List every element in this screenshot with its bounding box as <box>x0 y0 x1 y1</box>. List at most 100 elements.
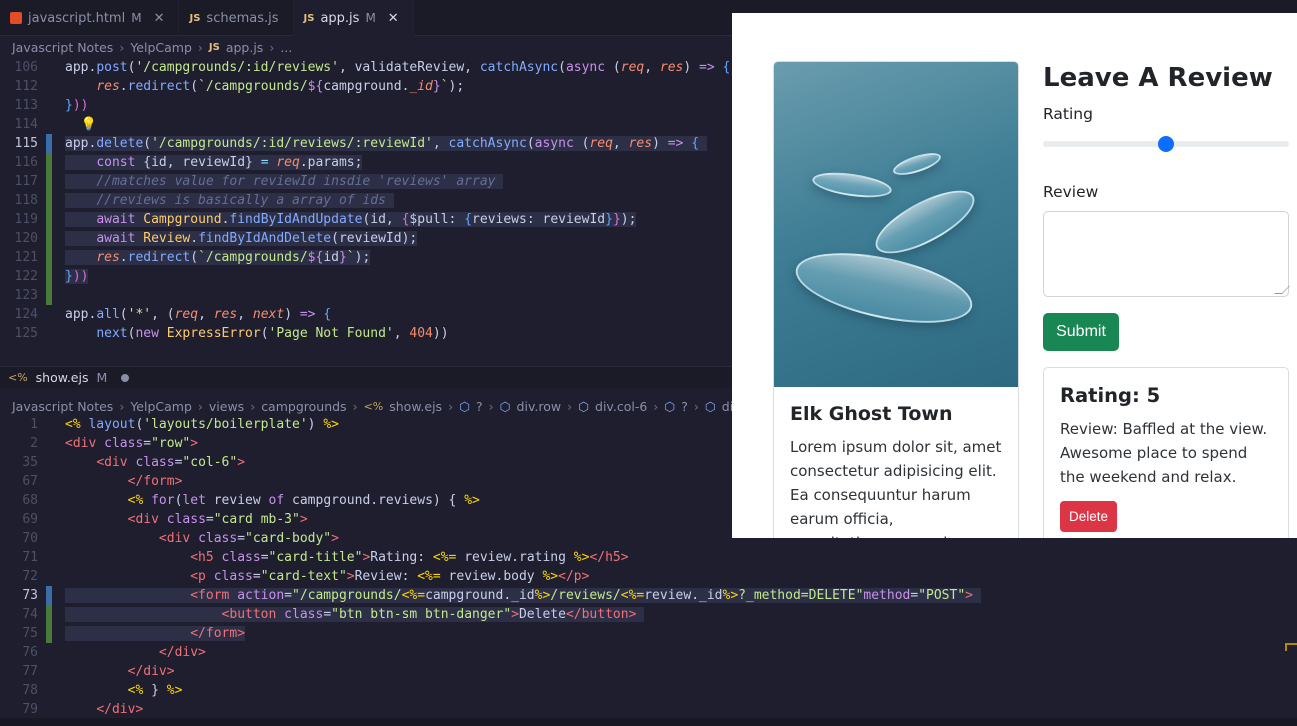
breadcrumb-item[interactable]: ? <box>681 399 688 414</box>
delete-button[interactable]: Delete <box>1060 501 1117 532</box>
breadcrumb-item[interactable]: show.ejs <box>389 399 442 414</box>
line-number: 118 <box>14 193 38 208</box>
campground-title: Elk Ghost Town <box>790 403 953 425</box>
code-text: <p class="card-text">Review: <%= review.… <box>190 569 590 584</box>
code-line[interactable]: 71 <h5 class="card-title">Rating: <%= re… <box>0 548 1297 567</box>
line-number: 116 <box>14 155 38 170</box>
rating-slider[interactable] <box>1043 136 1289 152</box>
breadcrumb-item[interactable]: div.col-6 <box>595 399 647 414</box>
code-line[interactable]: 73 <form action="/campgrounds/<%=campgro… <box>0 586 1297 605</box>
submit-button[interactable]: Submit <box>1043 313 1119 351</box>
code-line[interactable]: 78 <% } %> <box>0 681 1297 700</box>
code-line[interactable]: 77 </div> <box>0 662 1297 681</box>
rating-label: Rating <box>1043 105 1093 123</box>
line-number: 125 <box>14 326 38 341</box>
review-body-text: Review: Baffled at the view. Awesome pla… <box>1060 420 1268 486</box>
js-file-icon: JS <box>303 12 315 24</box>
line-number: 106 <box>14 60 38 75</box>
code-text: <div class="row"> <box>65 436 199 451</box>
code-text: await Review.findByIdAndDelete(reviewId)… <box>65 229 418 248</box>
tab-app-js[interactable]: JS app.js M ✕ <box>293 0 414 36</box>
git-gutter-marker <box>46 115 52 134</box>
git-gutter-marker <box>46 172 52 191</box>
git-gutter-marker <box>46 286 52 305</box>
tab-label: app.js <box>320 10 360 26</box>
breadcrumb-item[interactable]: div.row <box>517 399 562 414</box>
ejs-file-icon: <% <box>363 399 384 413</box>
breadcrumb-item[interactable]: views <box>209 399 244 414</box>
tab-show-ejs[interactable]: <% show.ejs M <box>0 366 732 388</box>
chevron-right-icon: › <box>448 398 454 414</box>
review-label: Review <box>1043 183 1099 201</box>
chevron-right-icon: › <box>567 398 573 414</box>
code-line[interactable]: 79 </div> <box>0 700 1297 718</box>
code-text: })) <box>65 269 89 284</box>
code-text: <div class="card-body"> <box>158 531 339 546</box>
chevron-right-icon: › <box>488 398 494 414</box>
close-icon[interactable]: ✕ <box>154 11 165 26</box>
close-icon[interactable]: ✕ <box>388 11 399 26</box>
git-gutter-marker <box>46 191 52 210</box>
breadcrumb-item[interactable]: app.js <box>226 40 264 55</box>
breadcrumb-item[interactable]: ... <box>280 40 292 55</box>
review-rating-title: Rating: 5 <box>1060 384 1161 407</box>
chevron-right-icon: › <box>693 398 699 414</box>
breadcrumb-item[interactable]: Javascript Notes <box>12 399 113 414</box>
code-line[interactable]: 75 </form> <box>0 624 1297 643</box>
line-number: 122 <box>14 269 38 284</box>
git-gutter-marker <box>46 491 52 510</box>
breadcrumb-item[interactable]: campgrounds <box>261 399 346 414</box>
tab-label: schemas.js <box>206 10 279 26</box>
modified-badge: M <box>131 11 142 25</box>
code-line[interactable]: 76 </div> <box>0 643 1297 662</box>
code-line[interactable]: 72 <p class="card-text">Review: <%= revi… <box>0 567 1297 586</box>
git-gutter-marker <box>46 510 52 529</box>
line-number: 35 <box>22 455 38 470</box>
cube-icon: ⬡ <box>459 398 470 414</box>
breadcrumb-item[interactable]: ? <box>476 399 483 414</box>
git-gutter-marker <box>46 700 52 718</box>
breadcrumb-item[interactable]: YelpCamp <box>130 40 192 55</box>
cube-icon: ⬡ <box>704 398 716 414</box>
chevron-right-icon: › <box>269 39 275 55</box>
git-gutter-marker <box>46 529 52 548</box>
slider-thumb[interactable] <box>1158 136 1174 152</box>
chevron-right-icon: › <box>197 398 203 414</box>
code-text: <div class="col-6"> <box>96 455 246 470</box>
code-text: //matches value for reviewId insdie 'rev… <box>65 172 504 191</box>
unsaved-dot-icon[interactable] <box>121 373 130 382</box>
code-text: <% } %> <box>127 683 183 698</box>
line-number: 113 <box>14 98 38 113</box>
chevron-right-icon: › <box>250 398 256 414</box>
code-text: next(new ExpressError('Page Not Found', … <box>96 326 449 341</box>
git-gutter-marker <box>46 453 52 472</box>
code-text: </div> <box>158 645 206 660</box>
code-text: res.redirect(`/campgrounds/${id}`); <box>65 248 371 267</box>
js-file-icon: JS <box>189 12 201 24</box>
line-number: 78 <box>22 683 38 698</box>
code-text: <% for(let review of campground.reviews)… <box>127 493 480 508</box>
campground-description: Lorem ipsum dolor sit, amet consectetur … <box>790 438 1002 538</box>
code-text: <% layout('layouts/boilerplate') %> <box>65 417 339 432</box>
line-number: 123 <box>14 288 38 303</box>
breadcrumb-item[interactable]: YelpCamp <box>130 399 192 414</box>
git-gutter-marker <box>46 567 52 586</box>
review-textarea[interactable] <box>1043 211 1289 297</box>
chevron-right-icon: › <box>352 398 358 414</box>
git-gutter-marker <box>46 153 52 172</box>
tab-schemas-js[interactable]: JS schemas.js <box>179 0 294 36</box>
tab-javascript-html[interactable]: javascript.html M ✕ <box>0 0 180 36</box>
scroll-marker <box>1285 643 1297 651</box>
cube-icon: ⬡ <box>499 398 511 414</box>
line-number: 112 <box>14 79 38 94</box>
campground-card: Elk Ghost Town Lorem ipsum dolor sit, am… <box>773 61 1019 538</box>
ejs-file-icon: <% <box>8 371 28 384</box>
code-text: app.delete('/campgrounds/:id/reviews/:re… <box>65 134 707 153</box>
line-number: 69 <box>22 512 38 527</box>
code-line[interactable]: 74 <button class="btn btn-sm btn-danger"… <box>0 605 1297 624</box>
browser-preview: Elk Ghost Town Lorem ipsum dolor sit, am… <box>732 13 1297 538</box>
chevron-right-icon: › <box>119 39 125 55</box>
line-number: 2 <box>30 436 38 451</box>
breadcrumb-item[interactable]: Javascript Notes <box>12 40 113 55</box>
cube-icon: ⬡ <box>578 398 590 414</box>
